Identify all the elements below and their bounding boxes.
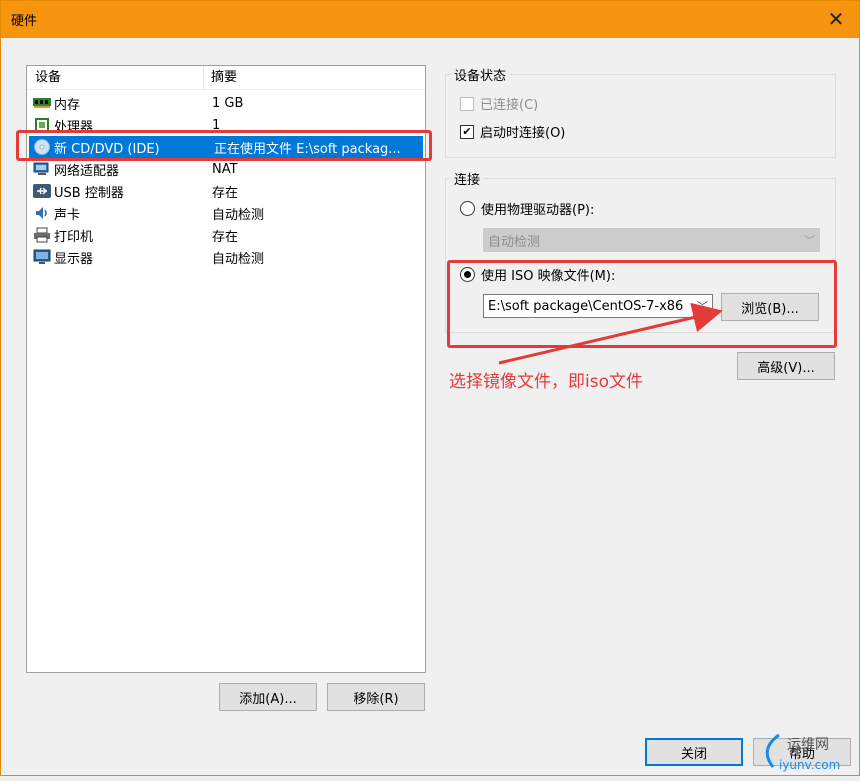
device-summary: 存在 [212, 185, 239, 201]
network-adapter-icon [32, 161, 52, 177]
iso-image-radio[interactable] [460, 267, 475, 282]
connected-label: 已连接(C) [480, 98, 539, 113]
advanced-button[interactable]: 高级(V)... [737, 352, 835, 380]
device-summary: 存在 [212, 229, 239, 245]
add-button[interactable]: 添加(A)... [219, 683, 317, 711]
iso-image-label: 使用 ISO 映像文件(M): [481, 269, 616, 284]
device-summary: 正在使用文件 E:\soft packag... [214, 141, 401, 157]
device-status-title: 设备状态 [451, 65, 510, 84]
sound-card-icon [32, 205, 52, 221]
remove-button[interactable]: 移除(R) [327, 683, 425, 711]
device-list[interactable]: 设备 摘要 内存 1 GB 处理器 1 新 CD/DVD (IDE) 正在使用文… [26, 65, 426, 673]
iso-path-combo[interactable]: E:\soft package\CentOS-7-x86 ﹀ [483, 294, 713, 318]
device-summary: 自动检测 [212, 251, 265, 267]
physical-drive-label: 使用物理驱动器(P): [481, 203, 595, 218]
physical-drive-radio[interactable] [460, 201, 475, 216]
device-summary: 1 [212, 117, 221, 133]
window-title: 硬件 [11, 14, 38, 29]
annotation-text: 选择镜像文件，即iso文件 [449, 372, 643, 392]
device-row-cpu[interactable]: 处理器 1 [27, 114, 425, 136]
cpu-icon [32, 117, 52, 133]
browse-button[interactable]: 浏览(B)... [721, 293, 819, 321]
connect-at-power-on-checkbox[interactable]: ✔ [460, 124, 474, 139]
device-name: 声卡 [54, 207, 81, 223]
device-name: 处理器 [54, 119, 94, 135]
device-row-cd-dvd[interactable]: 新 CD/DVD (IDE) 正在使用文件 E:\soft packag... [29, 136, 423, 158]
printer-icon [32, 227, 52, 243]
device-summary: NAT [212, 161, 238, 177]
iso-path-value: E:\soft package\CentOS-7-x86 [488, 298, 684, 314]
chevron-down-icon: ﹀ [697, 298, 708, 314]
device-name: 新 CD/DVD (IDE) [54, 141, 160, 157]
column-header-summary[interactable]: 摘要 [204, 66, 237, 89]
physical-drive-radio-row[interactable]: 使用物理驱动器(P): [460, 199, 594, 218]
device-status-group [445, 74, 836, 158]
device-name: 网络适配器 [54, 163, 120, 179]
help-button[interactable]: 帮助 [753, 738, 851, 766]
connected-checkbox-row[interactable]: 已连接(C) [460, 94, 538, 113]
usb-icon [32, 183, 52, 199]
cd-dvd-icon [32, 139, 52, 155]
device-name: 内存 [54, 97, 81, 113]
device-row-usb[interactable]: USB 控制器 存在 [27, 180, 425, 202]
connection-title: 连接 [451, 169, 484, 188]
iso-image-radio-row[interactable]: 使用 ISO 映像文件(M): [460, 265, 615, 284]
device-name: USB 控制器 [54, 185, 124, 201]
title-bar[interactable]: 硬件 ✕ [1, 1, 859, 38]
device-name: 显示器 [54, 251, 94, 267]
physical-drive-value: 自动检测 [488, 234, 541, 250]
column-header-device[interactable]: 设备 [27, 66, 204, 89]
device-summary: 1 GB [212, 95, 244, 111]
close-icon[interactable]: ✕ [819, 5, 853, 33]
physical-drive-dropdown[interactable]: 自动检测 ﹀ [483, 228, 820, 252]
connect-at-power-on-row[interactable]: ✔ 启动时连接(O) [460, 122, 565, 141]
chevron-down-icon: ﹀ [804, 234, 815, 247]
device-name: 打印机 [54, 229, 94, 245]
device-row-memory[interactable]: 内存 1 GB [27, 92, 425, 114]
display-icon [32, 249, 52, 265]
connected-checkbox[interactable] [460, 96, 474, 111]
close-button[interactable]: 关闭 [645, 738, 743, 766]
hardware-dialog: 硬件 ✕ 设备 摘要 内存 1 GB 处理器 1 新 CD/DVD (IDE) … [0, 0, 860, 776]
memory-icon [32, 95, 52, 111]
device-row-display[interactable]: 显示器 自动检测 [27, 246, 425, 268]
device-row-sound[interactable]: 声卡 自动检测 [27, 202, 425, 224]
device-row-printer[interactable]: 打印机 存在 [27, 224, 425, 246]
device-summary: 自动检测 [212, 207, 265, 223]
device-row-network[interactable]: 网络适配器 NAT [27, 158, 425, 180]
connect-at-power-on-label: 启动时连接(O) [480, 126, 566, 141]
list-header: 设备 摘要 [27, 66, 425, 90]
